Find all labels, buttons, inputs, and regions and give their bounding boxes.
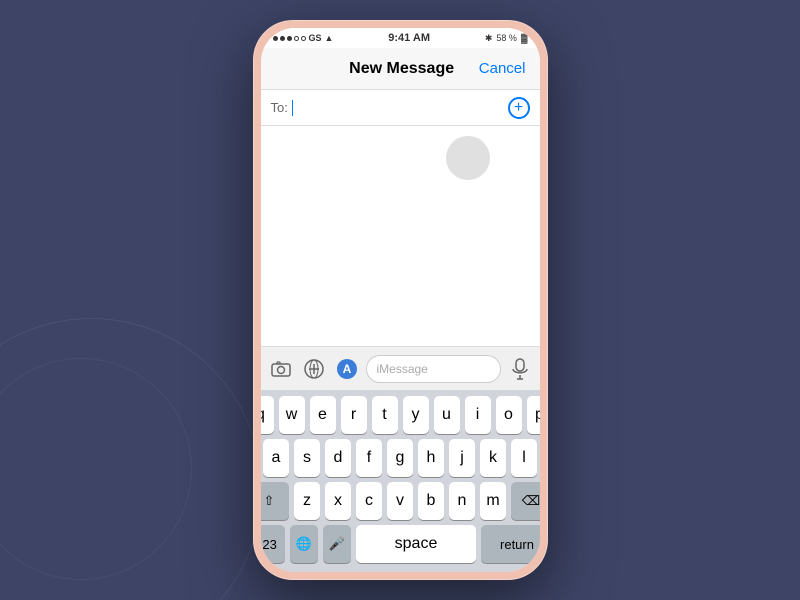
key-r[interactable]: r (341, 396, 367, 434)
backspace-key[interactable]: ⌫ (511, 482, 540, 520)
signal-dot-3 (287, 36, 292, 41)
carrier-label: GS (309, 33, 322, 43)
key-u[interactable]: u (434, 396, 460, 434)
globe-key[interactable]: 🌐 (290, 525, 318, 563)
key-g[interactable]: g (387, 439, 413, 477)
wifi-icon: ▲ (325, 33, 334, 43)
key-row-3: ⇧ z x c v b n m ⌫ (264, 482, 537, 520)
signal-dot-1 (273, 36, 278, 41)
key-s[interactable]: s (294, 439, 320, 477)
key-h[interactable]: h (418, 439, 444, 477)
phone-shell: GS ▲ 9:41 AM ✱ 58 % ▓ New Message Cancel… (253, 20, 548, 580)
add-recipient-button[interactable]: + (508, 97, 530, 119)
key-m[interactable]: m (480, 482, 506, 520)
contact-avatar (446, 136, 490, 180)
apps-icon[interactable] (300, 355, 328, 383)
bluetooth-icon: ✱ (485, 33, 493, 44)
phone-screen: GS ▲ 9:41 AM ✱ 58 % ▓ New Message Cancel… (261, 28, 540, 572)
numbers-key[interactable]: 123 (261, 525, 286, 563)
signal-dot-5 (301, 36, 306, 41)
key-p[interactable]: p (527, 396, 540, 434)
svg-text:A: A (342, 362, 351, 376)
key-n[interactable]: n (449, 482, 475, 520)
key-e[interactable]: e (310, 396, 336, 434)
key-y[interactable]: y (403, 396, 429, 434)
text-cursor (292, 100, 294, 116)
key-k[interactable]: k (480, 439, 506, 477)
signal-dot-4 (294, 36, 299, 41)
key-l[interactable]: l (511, 439, 537, 477)
key-t[interactable]: t (372, 396, 398, 434)
key-c[interactable]: c (356, 482, 382, 520)
nav-title: New Message (349, 60, 454, 78)
key-o[interactable]: o (496, 396, 522, 434)
mic-keyboard-key[interactable]: 🎤 (323, 525, 351, 563)
key-row-bottom: 123 🌐 🎤 space return (264, 525, 537, 563)
key-j[interactable]: j (449, 439, 475, 477)
keyboard: q w e r t y u i o p a s d f g h j k (261, 390, 540, 572)
space-key[interactable]: space (356, 525, 476, 563)
key-a[interactable]: a (263, 439, 289, 477)
imessage-bar: A iMessage (261, 346, 540, 390)
return-key[interactable]: return (481, 525, 540, 563)
message-area (261, 126, 540, 346)
battery-icon: ▓ (521, 33, 528, 43)
cancel-button[interactable]: Cancel (479, 60, 526, 77)
key-i[interactable]: i (465, 396, 491, 434)
camera-icon[interactable] (267, 355, 295, 383)
status-right: ✱ 58 % ▓ (485, 33, 528, 44)
key-q[interactable]: q (261, 396, 274, 434)
shift-key[interactable]: ⇧ (261, 482, 290, 520)
key-w[interactable]: w (279, 396, 305, 434)
key-row-1: q w e r t y u i o p (264, 396, 537, 434)
battery-label: 58 % (496, 33, 517, 43)
appstore-icon[interactable]: A (333, 355, 361, 383)
key-d[interactable]: d (325, 439, 351, 477)
key-v[interactable]: v (387, 482, 413, 520)
signal-dot-2 (280, 36, 285, 41)
status-bar: GS ▲ 9:41 AM ✱ 58 % ▓ (261, 28, 540, 48)
key-f[interactable]: f (356, 439, 382, 477)
status-time: 9:41 AM (388, 32, 430, 44)
to-field[interactable]: To: + (261, 90, 540, 126)
mic-icon[interactable] (506, 355, 534, 383)
key-x[interactable]: x (325, 482, 351, 520)
imessage-input[interactable]: iMessage (366, 355, 501, 383)
to-label: To: (271, 100, 288, 115)
key-row-2: a s d f g h j k l (264, 439, 537, 477)
status-left: GS ▲ (273, 33, 334, 43)
key-z[interactable]: z (294, 482, 320, 520)
imessage-placeholder: iMessage (377, 362, 428, 376)
key-b[interactable]: b (418, 482, 444, 520)
nav-bar: New Message Cancel (261, 48, 540, 90)
